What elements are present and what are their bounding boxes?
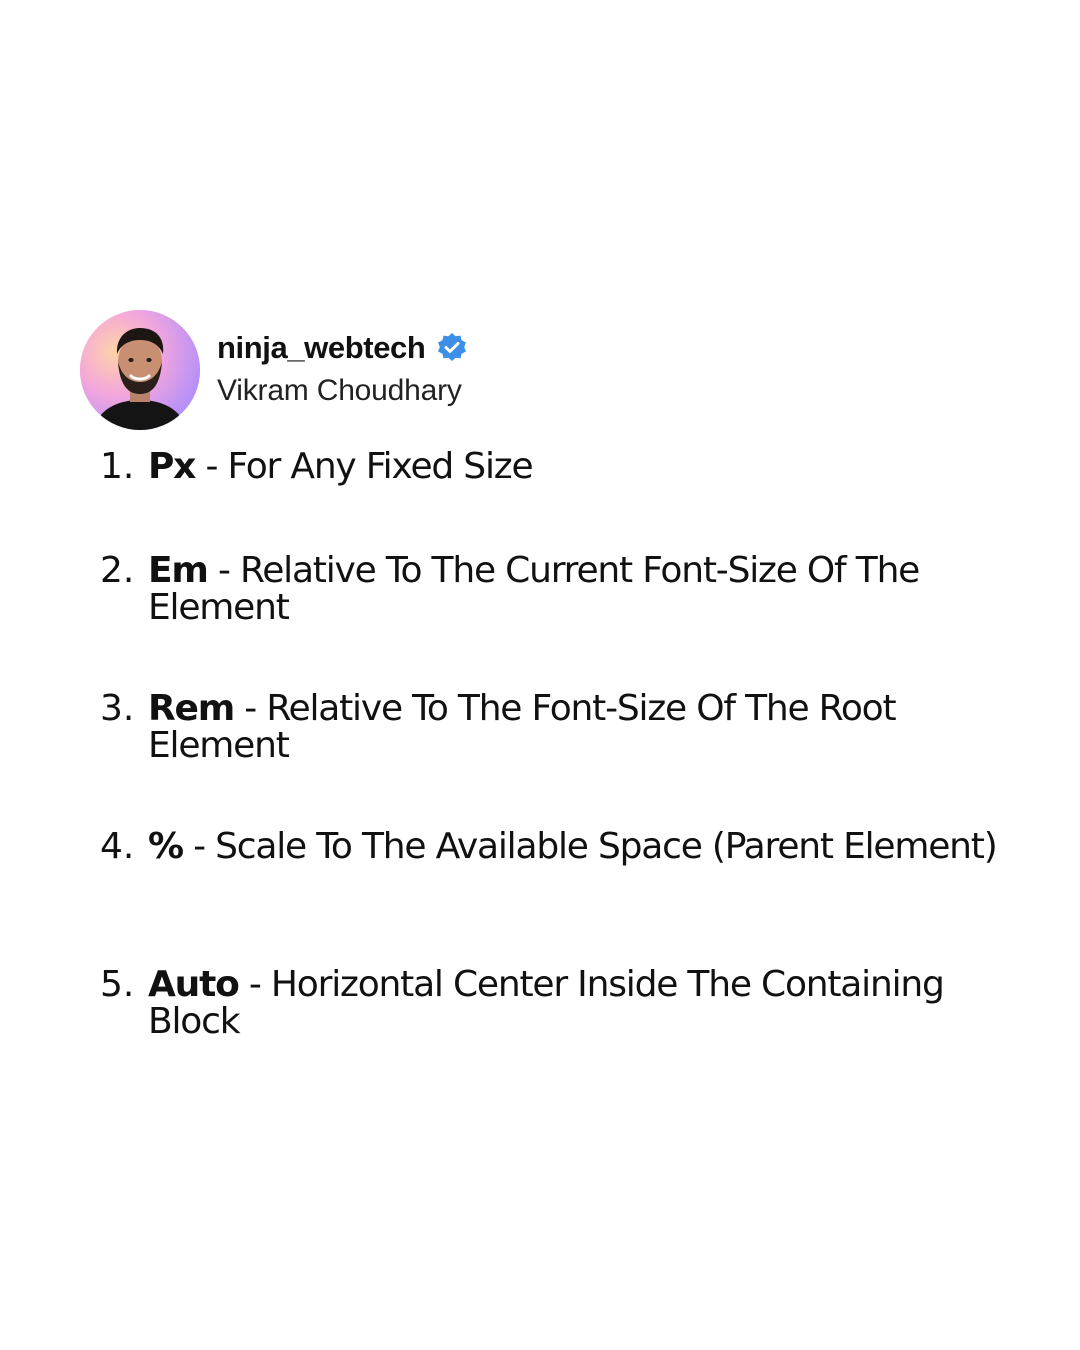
handle-row: ninja_webtech bbox=[217, 328, 469, 368]
item-number: 5. bbox=[100, 964, 135, 1005]
item-description: - Scale To The Available Space (Parent E… bbox=[182, 826, 998, 867]
item-term: % bbox=[148, 826, 184, 867]
item-term: Px bbox=[148, 446, 196, 487]
post-card: ninja_webtech Vikram Choudhary bbox=[80, 310, 1020, 430]
item-number: 3. bbox=[100, 688, 135, 729]
item-text: % - Scale To The Available Space (Parent… bbox=[148, 828, 1008, 865]
item-description: - For Any Fixed Size bbox=[195, 446, 533, 487]
item-description: - Relative To The Font-Size Of The Root … bbox=[148, 688, 897, 766]
item-text: Em - Relative To The Current Font-Size O… bbox=[148, 552, 1008, 626]
author-header: ninja_webtech Vikram Choudhary bbox=[80, 310, 1020, 430]
item-text: Px - For Any Fixed Size bbox=[148, 448, 1008, 485]
item-number: 2. bbox=[100, 550, 135, 591]
verified-badge-icon bbox=[435, 331, 469, 365]
item-text: Auto - Horizontal Center Inside The Cont… bbox=[148, 966, 1008, 1040]
item-number: 1. bbox=[100, 446, 135, 487]
item-term: Em bbox=[148, 550, 209, 591]
avatar[interactable] bbox=[80, 310, 200, 430]
author-handle[interactable]: ninja_webtech bbox=[217, 330, 426, 366]
author-display-name: Vikram Choudhary bbox=[217, 374, 462, 407]
item-description: - Horizontal Center Inside The Containin… bbox=[148, 964, 945, 1042]
item-description: - Relative To The Current Font-Size Of T… bbox=[148, 550, 920, 628]
item-number: 4. bbox=[100, 826, 135, 867]
item-term: Rem bbox=[148, 688, 235, 729]
person-avatar-icon bbox=[80, 310, 200, 430]
author-names: ninja_webtech Vikram Choudhary bbox=[217, 328, 469, 408]
item-text: Rem - Relative To The Font-Size Of The R… bbox=[148, 690, 1008, 764]
item-term: Auto bbox=[148, 964, 240, 1005]
